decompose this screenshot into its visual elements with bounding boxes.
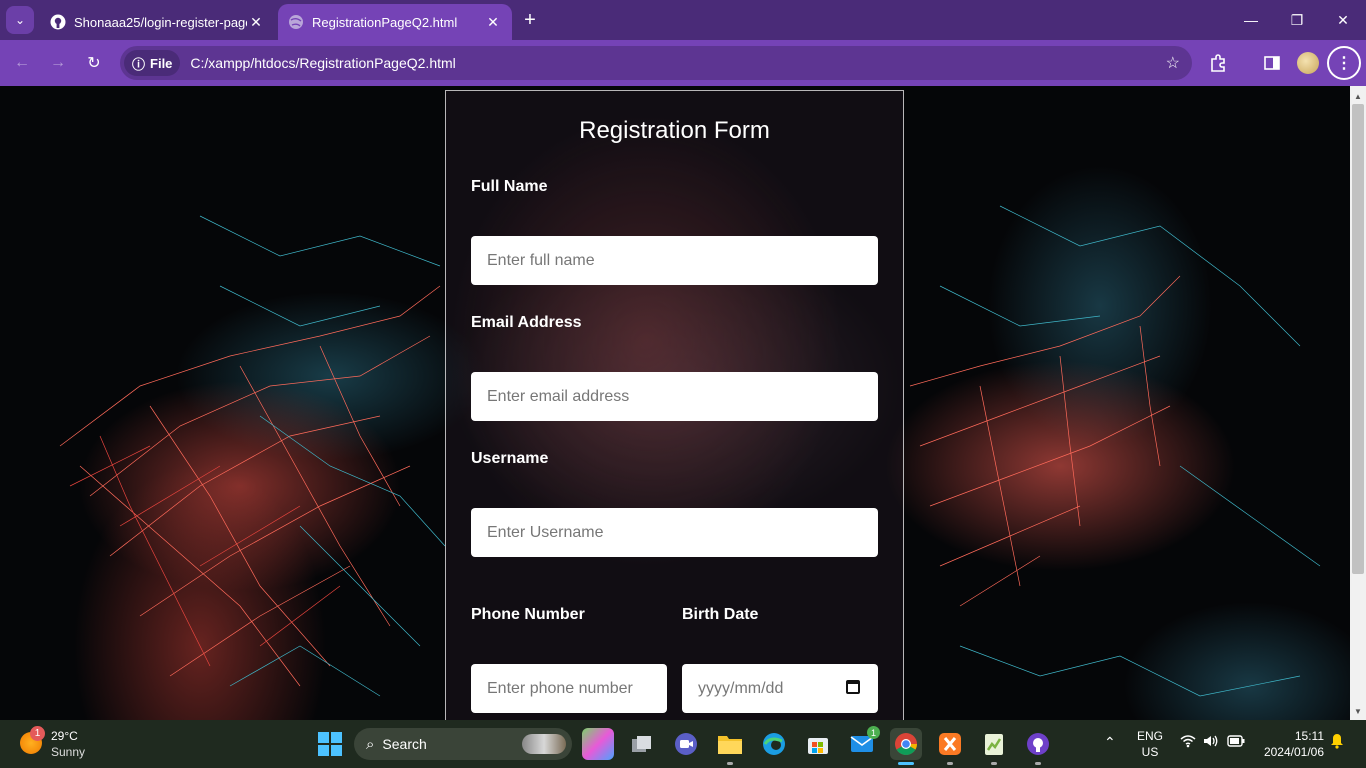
page-viewport: Registration Form Full Name Email Addres… [0,86,1350,720]
browser-toolbar: ← → ↻ ⓘ File C:/xampp/htdocs/Registratio… [0,40,1366,86]
mail-badge: 1 [867,726,880,739]
tab-label: RegistrationPageQ2.html [312,14,458,30]
phone-input[interactable] [471,664,667,713]
full-name-label: Full Name [471,178,548,195]
window-close-button[interactable]: ✕ [1323,6,1363,34]
email-input[interactable] [471,372,878,421]
chevron-down-icon: ⌄ [14,13,26,27]
calendar-icon[interactable] [846,680,860,694]
restore-button[interactable]: ❐ [1277,6,1317,34]
phone-label: Phone Number [471,606,585,623]
meet-video-icon[interactable] [670,728,702,760]
search-highlight-image [522,734,566,754]
battery-icon[interactable] [1227,734,1245,750]
extensions-icon[interactable] [1206,51,1230,75]
date-placeholder: yyyy/mm/dd [698,679,784,697]
windows-taskbar: 1 29°C Sunny ⌕ Search 1 ⌃ ENG US 15:11 2… [0,720,1366,768]
new-tab-button[interactable]: + [518,8,542,32]
url-text[interactable]: C:/xampp/htdocs/RegistrationPageQ2.html [190,55,455,71]
registration-form: Registration Form Full Name Email Addres… [445,90,904,720]
globe-icon [288,14,304,30]
tab-search-button[interactable]: ⌄ [6,6,34,34]
region-indicator[interactable]: US [1134,745,1166,759]
notepad-plus-plus-icon[interactable] [978,728,1010,765]
username-label: Username [471,450,549,467]
volume-icon[interactable] [1203,734,1219,751]
file-explorer-icon[interactable] [714,728,746,765]
more-vertical-icon: ⋮ [1336,55,1352,72]
close-icon[interactable]: ✕ [247,13,265,31]
weather-temperature[interactable]: 29°C [51,729,78,743]
site-info-chip[interactable]: ⓘ File [124,50,181,76]
microsoft-store-icon[interactable] [802,728,834,760]
wifi-icon[interactable] [1180,734,1196,751]
username-input[interactable] [471,508,878,557]
language-indicator[interactable]: ENG [1134,729,1166,743]
scroll-up-icon[interactable]: ▲ [1350,88,1366,104]
site-chip-label: File [150,55,173,71]
browser-titlebar: ⌄ Shonaaa25/login-register-page ✕ Regist… [0,0,1366,40]
tab-label: Shonaaa25/login-register-page [74,14,247,30]
close-icon[interactable]: ✕ [484,13,502,31]
info-icon: ⓘ [132,56,146,72]
github-desktop-icon[interactable] [1022,728,1054,765]
forward-button[interactable]: → [44,49,72,77]
side-panel-icon[interactable] [1260,51,1284,75]
search-label: Search [382,736,427,752]
reload-button[interactable]: ↻ [80,49,108,77]
edge-browser-icon[interactable] [758,728,790,760]
tab-github[interactable]: Shonaaa25/login-register-page ✕ [40,4,275,40]
copilot-icon[interactable] [582,728,614,760]
notification-bell-icon[interactable] [1330,733,1344,752]
mail-icon[interactable]: 1 [846,726,880,760]
scroll-down-icon[interactable]: ▼ [1350,703,1366,719]
task-view-icon[interactable] [626,728,658,760]
form-title: Registration Form [579,117,770,144]
reload-icon: ↻ [87,55,101,72]
address-bar[interactable]: ⓘ File C:/xampp/htdocs/RegistrationPageQ… [120,46,1192,80]
arrow-right-icon: → [50,54,66,71]
minimize-button[interactable]: — [1231,6,1271,34]
email-label: Email Address [471,314,582,331]
chevron-up-icon[interactable]: ⌃ [1104,734,1116,751]
clock-time[interactable]: 15:11 [1262,729,1324,743]
chrome-icon[interactable] [890,728,922,765]
profile-avatar[interactable] [1297,52,1319,74]
github-icon [50,14,66,30]
bookmark-star-icon[interactable]: ☆ [1166,53,1180,73]
arrow-left-icon: ← [14,54,30,71]
clock-date[interactable]: 2024/01/06 [1256,745,1324,759]
browser-menu-button[interactable]: ⋮ [1327,46,1361,80]
search-icon: ⌕ [366,735,375,753]
xampp-icon[interactable] [934,728,966,765]
back-button[interactable]: ← [8,49,36,77]
weather-badge: 1 [30,726,45,741]
full-name-input[interactable] [471,236,878,285]
start-button[interactable] [318,732,342,756]
weather-description[interactable]: Sunny [51,745,85,759]
birth-date-label: Birth Date [682,606,759,623]
tab-registration-page[interactable]: RegistrationPageQ2.html ✕ [278,4,512,40]
birth-date-input[interactable]: yyyy/mm/dd [682,664,878,713]
scrollbar-thumb[interactable] [1352,104,1364,574]
taskbar-search[interactable]: ⌕ Search [354,728,572,760]
